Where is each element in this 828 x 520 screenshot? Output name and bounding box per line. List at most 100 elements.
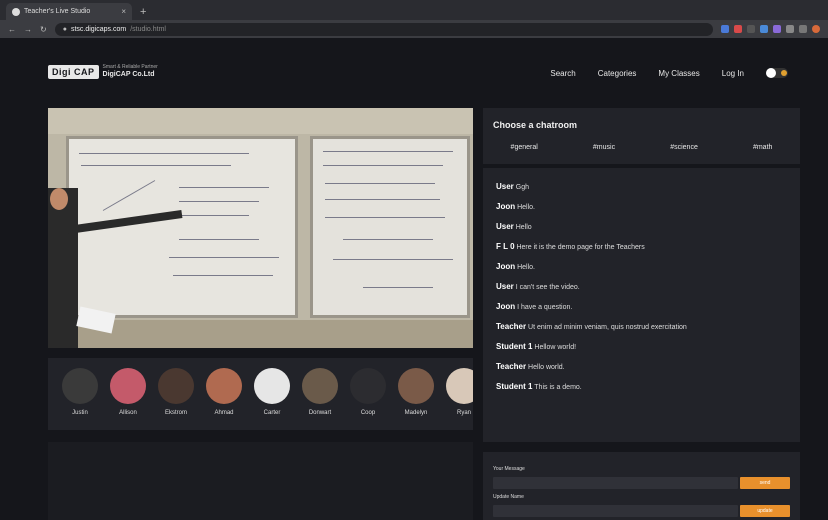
url-input[interactable]: ● stsc.digicaps.com/studio.html	[54, 22, 713, 36]
whiteboard-right	[310, 136, 470, 318]
lower-left-panel	[48, 442, 473, 520]
avatar	[206, 368, 242, 404]
participant-avatar[interactable]: Allison	[108, 368, 148, 416]
nav-categories[interactable]: Categories	[598, 69, 637, 78]
message-timestamp: ​	[496, 312, 787, 316]
new-tab-icon[interactable]: +	[140, 6, 146, 18]
message-text: Hello.	[517, 264, 535, 271]
forward-icon[interactable]: →	[24, 25, 32, 34]
participant-name: Ekstrom	[164, 410, 187, 416]
back-icon[interactable]: ←	[8, 25, 16, 34]
send-button[interactable]: send	[740, 477, 790, 489]
message-timestamp: ​	[496, 292, 787, 296]
video-ceiling	[48, 108, 473, 134]
participant-name: Donwart	[308, 410, 332, 416]
avatar	[158, 368, 194, 404]
participant-avatar[interactable]: Ekstrom	[156, 368, 196, 416]
avatar	[62, 368, 98, 404]
name-label: Update Name	[493, 494, 524, 500]
live-video[interactable]	[48, 108, 473, 348]
update-button[interactable]: update	[740, 505, 790, 517]
close-tab-icon[interactable]: ×	[121, 7, 126, 16]
message-line: Joon I have a question.	[496, 302, 787, 311]
message-timestamp: ​	[496, 352, 787, 356]
board-scribble	[325, 217, 445, 218]
lock-icon: ●	[62, 25, 67, 33]
message-user: Teacher	[496, 322, 527, 331]
participant-name: Coop	[360, 410, 376, 416]
board-scribble	[363, 287, 433, 288]
reload-icon[interactable]: ↻	[40, 25, 47, 34]
participant-name: Allison	[119, 410, 137, 416]
participant-name: Justin	[72, 410, 88, 416]
room-music[interactable]: #music	[593, 144, 615, 151]
chat-message: F L 0 Here it is the demo page for the T…	[496, 242, 787, 256]
url-host: stsc.digicaps.com	[70, 25, 127, 33]
chat-messages[interactable]: ​ User Ggh​Joon Hello.​User Hello​F L 0 …	[483, 168, 800, 442]
extension-icon[interactable]	[773, 25, 781, 33]
theme-toggle[interactable]	[766, 68, 788, 78]
profile-icon[interactable]	[812, 25, 820, 33]
message-text: Hellow world!	[534, 344, 577, 351]
site-navbar: Digi CAP Smart & Reliable Partner DigiCA…	[0, 38, 828, 110]
room-general[interactable]: #general	[511, 144, 538, 151]
message-line: Student 1 This is a demo.	[496, 382, 787, 391]
extension-icon[interactable]	[760, 25, 768, 33]
chat-message: Joon Hello.​	[496, 262, 787, 276]
avatar	[398, 368, 434, 404]
message-text: Ggh	[515, 184, 529, 191]
participant-name: Ahmad	[214, 410, 234, 416]
chat-message: Teacher Hello world.​	[496, 362, 787, 376]
chatroom-heading: Choose a chatroom	[493, 120, 578, 130]
message-timestamp: ​	[496, 212, 787, 216]
message-input[interactable]	[493, 477, 738, 489]
extensions-bar	[721, 25, 820, 33]
tab-title: Teacher's Live Studio	[24, 8, 91, 15]
message-timestamp: ​	[496, 332, 787, 336]
board-scribble	[333, 259, 453, 260]
extension-icon[interactable]	[799, 25, 807, 33]
sun-icon	[781, 70, 787, 76]
board-scribble	[323, 151, 453, 152]
extension-icon[interactable]	[721, 25, 729, 33]
message-user: Joon	[496, 302, 516, 311]
participant-avatar[interactable]: Madelyn	[396, 368, 436, 416]
chat-message: User I can't see the video.​	[496, 282, 787, 296]
board-scribble	[323, 165, 443, 166]
message-user: Teacher	[496, 362, 527, 371]
participant-avatar[interactable]: Donwart	[300, 368, 340, 416]
logo[interactable]: Digi CAP Smart & Reliable Partner DigiCA…	[48, 65, 158, 79]
nav-log-in[interactable]: Log In	[722, 69, 744, 78]
message-user: User	[496, 222, 514, 231]
message-user: User	[496, 282, 514, 291]
chat-message: User Hello​	[496, 222, 787, 236]
nav-search[interactable]: Search	[550, 69, 575, 78]
room-science[interactable]: #science	[670, 144, 698, 151]
message-line: Teacher Hello world.	[496, 362, 787, 371]
name-input[interactable]	[493, 505, 738, 517]
nav-my-classes[interactable]: My Classes	[658, 69, 699, 78]
avatar	[254, 368, 290, 404]
message-text: Hello	[515, 224, 532, 231]
participant-name: Madelyn	[404, 410, 428, 416]
message-user: Joon	[496, 202, 516, 211]
message-line: Teacher Ut enim ad minim veniam, quis no…	[496, 322, 787, 331]
message-text: Hello.	[517, 204, 535, 211]
logo-company: DigiCAP Co.Ltd	[102, 70, 155, 78]
message-user: User	[496, 182, 514, 191]
message-timestamp: ​	[496, 372, 787, 376]
logo-text: Smart & Reliable Partner DigiCAP Co.Ltd	[103, 65, 158, 78]
participant-avatar[interactable]: Coop	[348, 368, 388, 416]
teacher-head	[50, 188, 68, 210]
extension-icon[interactable]	[747, 25, 755, 33]
participant-avatar[interactable]: Carter	[252, 368, 292, 416]
extension-icon[interactable]	[734, 25, 742, 33]
participant-avatar[interactable]: Ahmad	[204, 368, 244, 416]
extension-icon[interactable]	[786, 25, 794, 33]
board-scribble	[179, 187, 269, 188]
browser-tab[interactable]: Teacher's Live Studio ×	[6, 3, 132, 20]
chatroom-list: #general #music #science #math	[483, 144, 800, 151]
room-math[interactable]: #math	[753, 144, 772, 151]
participant-avatar[interactable]: Justin	[60, 368, 100, 416]
participant-avatar[interactable]: Ryan	[444, 368, 473, 416]
